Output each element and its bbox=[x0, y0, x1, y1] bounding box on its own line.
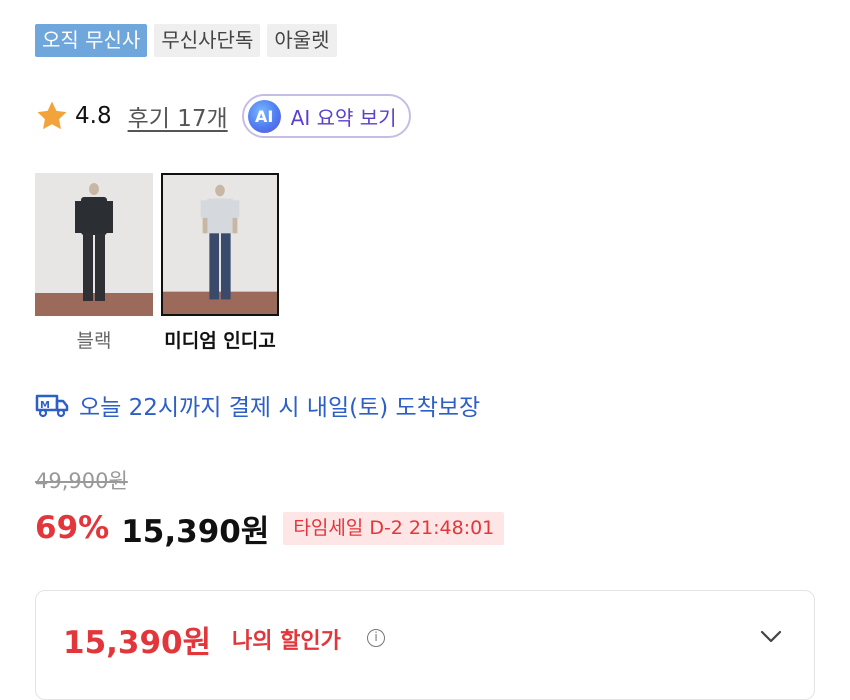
delivery-guarantee[interactable]: M 오늘 22시까지 결제 시 내일(토) 도착보장 bbox=[35, 388, 480, 422]
product-thumbnail-black bbox=[35, 173, 153, 316]
ai-icon: AI bbox=[247, 99, 281, 133]
my-discount-label: 나의 할인가 bbox=[232, 629, 341, 654]
tag-outlet: 아울렛 bbox=[267, 24, 337, 57]
rating-score: 4.8 bbox=[75, 103, 112, 129]
product-thumbnail-medium-indigo bbox=[161, 173, 279, 316]
delivery-truck-icon: M bbox=[35, 392, 69, 418]
color-option-black[interactable]: 블랙 bbox=[35, 173, 153, 353]
info-icon[interactable]: i bbox=[367, 629, 385, 647]
tag-only-musinsa: 오직 무신사 bbox=[35, 24, 148, 57]
my-discount-price: 15,390원 bbox=[63, 625, 212, 661]
review-count-link[interactable]: 후기 17개 bbox=[128, 99, 228, 133]
my-discount-price-panel[interactable]: 15,390원 나의 할인가 i bbox=[35, 590, 815, 700]
tag-list: 오직 무신사 무신사단독 아울렛 bbox=[35, 24, 337, 57]
delivery-text: 오늘 22시까지 결제 시 내일(토) 도착보장 bbox=[79, 395, 481, 421]
ai-summary-label: AI 요약 보기 bbox=[290, 105, 397, 130]
star-icon bbox=[35, 99, 69, 133]
price-row: 69% 15,390원 타임세일 D-2 21:48:01 bbox=[35, 504, 505, 552]
color-label-black: 블랙 bbox=[76, 330, 112, 352]
original-price: 49,900원 bbox=[35, 469, 128, 493]
sale-price: 15,390원 bbox=[121, 513, 270, 550]
color-label-medium-indigo: 미디엄 인디고 bbox=[164, 330, 276, 352]
discount-rate: 69% bbox=[35, 510, 110, 546]
timesale-badge: 타임세일 D-2 21:48:01 bbox=[283, 511, 505, 545]
chevron-down-icon[interactable] bbox=[760, 629, 782, 643]
ai-summary-button[interactable]: AI AI 요약 보기 bbox=[241, 94, 411, 138]
color-options: 블랙 미디엄 인디고 bbox=[35, 173, 279, 353]
tag-musinsa-exclusive: 무신사단독 bbox=[154, 24, 261, 57]
rating-row: 4.8 후기 17개 AI AI 요약 보기 bbox=[35, 94, 411, 138]
color-option-medium-indigo[interactable]: 미디엄 인디고 bbox=[161, 173, 279, 353]
